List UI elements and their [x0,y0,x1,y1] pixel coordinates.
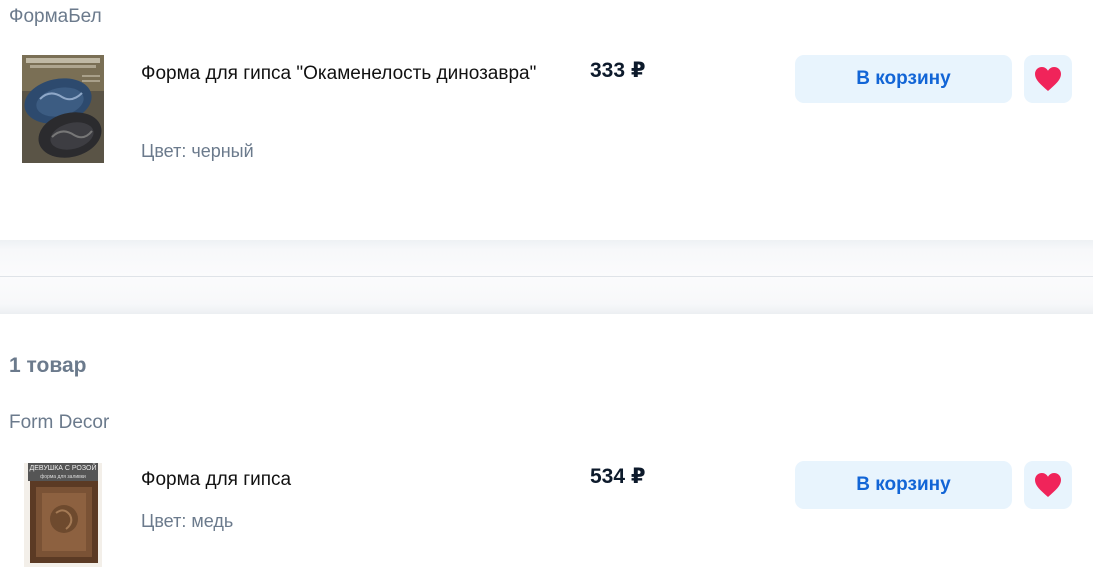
product-image[interactable] [22,55,104,163]
add-to-cart-button[interactable]: В корзину [795,461,1012,509]
seller-name[interactable]: ФормаБел [9,6,102,28]
product-title[interactable]: Форма для гипса [141,462,541,498]
product-price: 534 ₽ [590,465,646,488]
product-color: Цвет: черный [141,141,254,161]
item-count: 1 товар [9,354,87,377]
section-separator [0,240,1093,314]
favorite-button[interactable] [1024,55,1072,103]
product-image[interactable]: ДЕВУШКА С РОЗОЙ форма для заливки [22,461,104,569]
add-to-cart-button[interactable]: В корзину [795,55,1012,103]
favorite-button[interactable] [1024,461,1072,509]
product-image-art [22,55,104,163]
product-image-text: ДЕВУШКА С РОЗОЙ [30,463,97,472]
product-color: Цвет: медь [141,511,234,531]
product-image-art: ДЕВУШКА С РОЗОЙ форма для заливки [22,461,104,569]
product-price: 333 ₽ [590,59,646,82]
heart-icon [1035,67,1061,91]
product-image-subtext: форма для заливки [40,474,86,480]
divider [0,276,1093,277]
heart-icon [1035,473,1061,497]
seller-name[interactable]: Form Decor [9,412,109,434]
product-title[interactable]: Форма для гипса "Окаменелость динозавра" [141,56,541,92]
